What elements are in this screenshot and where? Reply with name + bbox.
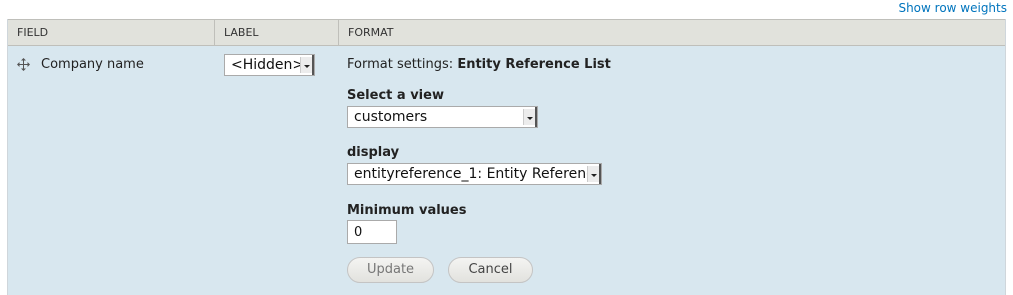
minimum-values-label: Minimum values [347, 203, 467, 218]
format-settings-name: Entity Reference List [457, 57, 611, 72]
format-settings-prefix: Format settings: [347, 57, 454, 72]
field-display-table: FIELD LABEL FORMAT Company name <Hidden> [7, 19, 1006, 295]
view-select[interactable]: customers [347, 106, 538, 128]
chevron-down-icon [587, 164, 601, 184]
display-label: display [347, 145, 400, 160]
update-button[interactable]: Update [347, 257, 434, 283]
table-header: FIELD LABEL FORMAT [8, 19, 1005, 46]
select-view-label: Select a view [347, 88, 444, 103]
table-row: Company name <Hidden> Format settings: E… [8, 46, 1005, 295]
display-select-value: entityreference_1: Entity Reference [354, 166, 602, 182]
field-name: Company name [41, 57, 144, 72]
label-select-value: <Hidden> [231, 57, 305, 73]
minimum-values-input[interactable] [347, 220, 397, 244]
view-select-value: customers [354, 109, 428, 125]
move-cross-icon[interactable] [17, 58, 30, 71]
display-select[interactable]: entityreference_1: Entity Reference [347, 163, 602, 185]
chevron-down-icon [300, 55, 314, 75]
show-row-weights-link[interactable]: Show row weights [898, 1, 1007, 15]
label-display-select[interactable]: <Hidden> [224, 54, 315, 76]
header-format: FORMAT [338, 20, 1005, 45]
format-settings-title: Format settings: Entity Reference List [347, 57, 611, 72]
chevron-down-icon [523, 107, 537, 127]
cancel-button[interactable]: Cancel [448, 257, 533, 283]
header-label: LABEL [214, 20, 338, 45]
header-field: FIELD [17, 26, 49, 39]
